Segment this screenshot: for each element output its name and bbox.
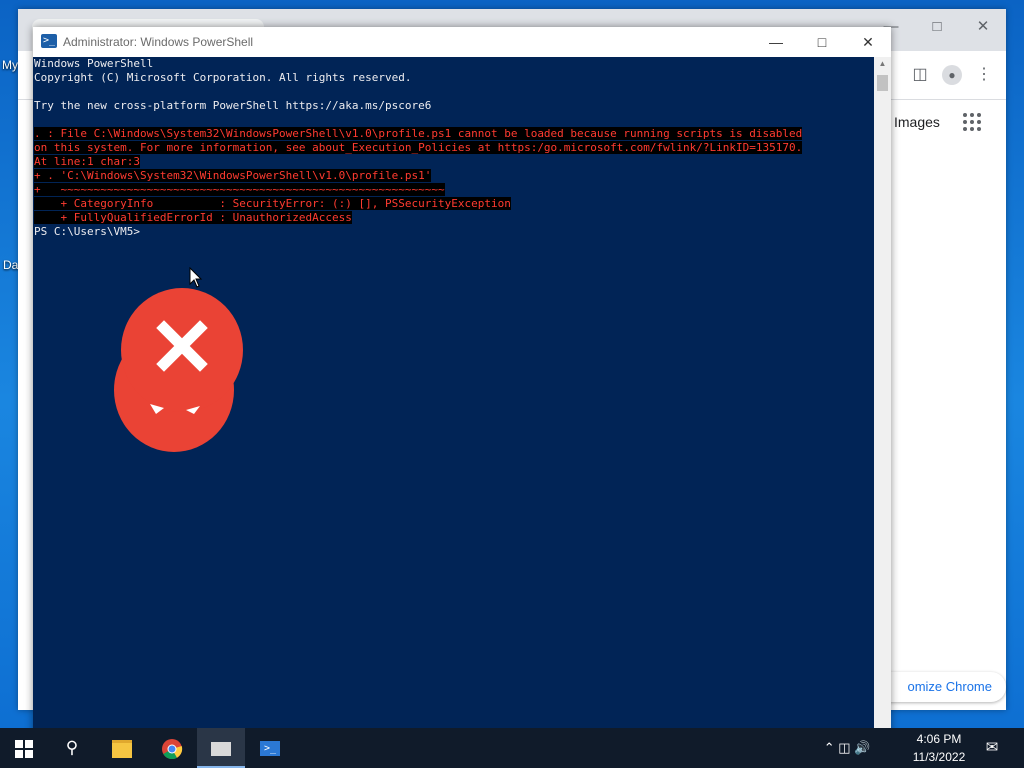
file-explorer-icon[interactable] (98, 728, 146, 768)
console-line-text: on this system. For more information, se… (34, 141, 803, 154)
scroll-thumb[interactable] (877, 75, 888, 91)
clock-date[interactable]: 11/3/2022 (904, 750, 974, 764)
tray-chevron-icon[interactable]: ⌃ ◫ 🔊 (812, 740, 882, 756)
profile-icon[interactable]: ● (940, 63, 964, 87)
error-line: . : File C:\Windows\System32\WindowsPowe… (34, 127, 803, 141)
customize-chrome-button[interactable]: omize Chrome (876, 672, 1006, 702)
notification-icon[interactable]: ✉ (968, 728, 1016, 768)
console-line: Copyright (C) Microsoft Corporation. All… (34, 71, 412, 85)
powershell-icon: >_ (41, 34, 57, 48)
error-line: + ~~~~~~~~~~~~~~~~~~~~~~~~~~~~~~~~~~~~~~… (34, 183, 445, 197)
console-line-text: + CategoryInfo : SecurityError: (:) [], … (34, 197, 511, 210)
desktop-icon-label[interactable]: Da (3, 258, 18, 272)
chrome-close-button[interactable]: ✕ (960, 13, 1006, 41)
console-line-text: . : File C:\Windows\System32\WindowsPowe… (34, 127, 803, 140)
console-line-text: PS C:\Users\VM5> (34, 225, 140, 238)
console-line-text: + ~~~~~~~~~~~~~~~~~~~~~~~~~~~~~~~~~~~~~~… (34, 183, 445, 196)
start-button[interactable] (0, 728, 48, 768)
chrome-logo-icon (162, 738, 183, 759)
images-link[interactable]: Images (894, 114, 940, 130)
console-line-text: Windows PowerShell (34, 57, 154, 70)
chrome-menu-icon[interactable]: ⋮ (972, 63, 996, 87)
taskbar-app-active[interactable] (197, 728, 245, 768)
maximize-button[interactable]: □ (799, 27, 845, 57)
console-line-text: Try the new cross-platform PowerShell ht… (34, 99, 432, 112)
error-line: + FullyQualifiedErrorId : UnauthorizedAc… (34, 211, 352, 225)
windows-logo-icon (15, 739, 33, 758)
console-line-text: + . 'C:\Windows\System32\WindowsPowerShe… (34, 169, 432, 182)
error-line: At line:1 char:3 (34, 155, 140, 169)
chrome-maximize-button[interactable]: □ (914, 13, 960, 41)
console-line-text: At line:1 char:3 (34, 155, 140, 168)
title-bar[interactable]: >_ Administrator: Windows PowerShell — □… (33, 27, 891, 57)
console-line-text: + FullyQualifiedErrorId : UnauthorizedAc… (34, 211, 352, 224)
side-panel-icon[interactable]: ◫ (908, 63, 932, 87)
console-line: Try the new cross-platform PowerShell ht… (34, 99, 431, 113)
error-line: + CategoryInfo : SecurityError: (:) [], … (34, 197, 511, 211)
minimize-button[interactable]: — (753, 27, 799, 57)
desktop-icon-label[interactable]: My (2, 58, 18, 72)
console-line: PS C:\Users\VM5> (34, 225, 140, 239)
vertical-scrollbar[interactable]: ▲ ▼ (874, 57, 891, 746)
error-line: + . 'C:\Windows\System32\WindowsPowerShe… (34, 169, 432, 183)
clock-time[interactable]: 4:06 PM (904, 732, 974, 746)
close-button[interactable]: ✕ (845, 27, 891, 57)
mouse-cursor-icon (189, 267, 203, 288)
error-line: on this system. For more information, se… (34, 141, 803, 155)
google-apps-icon[interactable] (963, 113, 981, 131)
taskbar: ⚲ >_ ⌃ ◫ 🔊 4:06 PM 11/3/2022 ✉ (0, 728, 1024, 768)
search-icon[interactable]: ⚲ (48, 728, 96, 768)
console-line-text: Copyright (C) Microsoft Corporation. All… (34, 71, 412, 84)
console-line: Windows PowerShell (34, 57, 153, 71)
powershell-taskbar-icon[interactable]: >_ (246, 728, 294, 768)
scroll-up-arrow-icon[interactable]: ▲ (874, 57, 891, 71)
error-bug-icon (114, 288, 243, 452)
chrome-icon[interactable] (148, 728, 196, 768)
window-title: Administrator: Windows PowerShell (63, 35, 254, 49)
